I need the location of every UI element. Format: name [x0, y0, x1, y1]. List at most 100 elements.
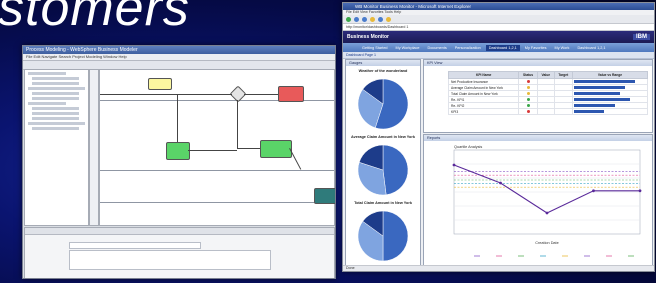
favorites-icon[interactable] — [370, 16, 375, 22]
nav-tab[interactable]: My Work — [552, 45, 573, 51]
nav-tab[interactable]: My Workplace — [393, 45, 423, 51]
status-indicator-icon — [526, 91, 530, 95]
description-field[interactable] — [69, 250, 271, 270]
palette[interactable] — [89, 69, 99, 226]
range-bar — [574, 86, 626, 89]
reports-panel: Reports Quartile Analysis Creation Date — [423, 134, 653, 266]
range-bar — [574, 110, 604, 113]
chart-title: Quartile Analysis — [454, 145, 482, 149]
kpi-name: KPI3 — [447, 108, 520, 115]
browser-toolbar[interactable] — [343, 15, 654, 24]
nav-tab[interactable]: Documents — [425, 45, 450, 51]
tree-item[interactable] — [32, 97, 80, 100]
pie-slice — [382, 210, 409, 262]
swimlane-divider — [100, 202, 334, 203]
connector — [237, 148, 260, 149]
tree-item[interactable] — [32, 117, 80, 120]
process-modeler-window[interactable]: Process Modeling - WebSphere Business Mo… — [22, 45, 336, 279]
app-name: Business Monitor — [347, 34, 389, 40]
refresh-icon[interactable] — [362, 16, 367, 22]
connector — [177, 95, 178, 142]
portal-nav[interactable]: Getting Started My Workplace Documents Pers… — [343, 43, 654, 52]
window-title: WB Monitor Business Monitor - Microsoft … — [343, 3, 654, 10]
gauges-panel: Gauges Weather of the wonderland Average … — [345, 59, 421, 267]
range-bar — [574, 98, 631, 101]
sub-nav[interactable]: Dashboard Page 1 — [343, 52, 654, 59]
pie-title: Weather of the wonderland — [358, 69, 408, 73]
portal-banner: Business Monitor IBM — [343, 31, 654, 43]
pie-slice — [382, 144, 409, 196]
forward-icon[interactable] — [354, 16, 359, 22]
data-point — [638, 189, 642, 193]
kpi-panel: KPI View KPI Name Status Value Target Value … — [423, 59, 653, 133]
column-header[interactable]: Value — [536, 71, 555, 79]
subprocess-node[interactable] — [314, 188, 335, 204]
business-monitor-window[interactable]: WB Monitor Business Monitor - Microsoft … — [342, 2, 655, 272]
end-task[interactable] — [278, 86, 304, 102]
swimlane-divider — [100, 170, 334, 171]
connector — [289, 148, 302, 170]
data-point — [592, 189, 595, 193]
quartile-line-chart: Quartile Analysis Creation Date — [452, 145, 642, 257]
table-row[interactable]: KPI3 — [447, 108, 648, 115]
column-header[interactable]: Status — [518, 71, 538, 79]
pie-title: Average Claim Amount in New York — [351, 135, 415, 139]
annotation-note[interactable] — [148, 78, 172, 90]
tree-item[interactable] — [28, 102, 66, 105]
folder-icon[interactable] — [386, 16, 391, 22]
nav-tab[interactable]: Dashboard 1,2,1 — [485, 44, 520, 51]
column-header[interactable]: KPI Name — [447, 71, 520, 79]
window-title: Process Modeling - WebSphere Business Mo… — [23, 46, 335, 54]
connector — [244, 94, 278, 95]
connector — [188, 150, 237, 151]
tree-item[interactable] — [32, 82, 80, 85]
column-header[interactable]: Value vs Range — [572, 71, 648, 79]
pie-gauge: Average Claim Amount in New York — [346, 135, 420, 199]
range-bar — [574, 92, 621, 95]
property-field[interactable] — [69, 242, 201, 249]
brand-logo: IBM — [633, 34, 650, 40]
data-point — [452, 163, 456, 167]
nav-tab[interactable]: Dashboard 1,2,1 — [574, 45, 608, 51]
tree-item[interactable] — [32, 77, 80, 80]
properties-panel[interactable] — [24, 227, 335, 278]
task-node[interactable] — [166, 142, 190, 160]
project-tree[interactable] — [24, 69, 89, 226]
nav-tab[interactable]: My Favorites — [522, 45, 550, 51]
status-bar: Done — [343, 265, 654, 271]
task-node[interactable] — [260, 140, 292, 158]
tree-item[interactable] — [32, 92, 80, 95]
back-icon[interactable] — [346, 16, 351, 22]
panel-header: Gauges — [346, 60, 420, 66]
menu-bar[interactable]: File Edit Navigate Search Project Modeli… — [23, 54, 335, 61]
status-indicator-icon — [526, 97, 530, 101]
data-point — [499, 181, 502, 185]
pie-title: Total Claim Amount in New York — [354, 201, 412, 205]
kpi-value — [536, 108, 555, 115]
connector — [237, 100, 238, 148]
tree-item[interactable] — [32, 112, 80, 115]
tree-item[interactable] — [28, 72, 66, 75]
address-bar[interactable]: http://monitor/dashboards/Dashboard 1 — [343, 24, 654, 31]
x-axis-label: Creation Date — [535, 241, 558, 245]
tree-item[interactable] — [32, 127, 80, 130]
status-indicator-icon — [526, 79, 530, 83]
status-indicator-icon — [526, 103, 530, 107]
tree-item[interactable] — [28, 87, 85, 90]
range-bar — [574, 80, 635, 83]
connector — [100, 94, 232, 95]
kpi-target — [553, 108, 574, 115]
nav-tab[interactable]: Personalization — [452, 45, 484, 51]
panel-header: Reports — [424, 135, 652, 141]
column-header[interactable]: Target — [553, 71, 574, 79]
pie-gauge: Weather of the wonderland — [346, 69, 420, 133]
pie-gauge: Total Claim Amount in New York — [346, 201, 420, 265]
nav-tab[interactable]: Getting Started — [359, 45, 391, 51]
status-indicator-icon — [526, 85, 530, 89]
range-bar — [574, 104, 615, 107]
home-icon[interactable] — [378, 16, 383, 22]
process-diagram-canvas[interactable] — [99, 69, 335, 226]
tree-item[interactable] — [32, 107, 80, 110]
properties-tabs[interactable] — [25, 228, 334, 235]
tree-item[interactable] — [28, 122, 85, 125]
